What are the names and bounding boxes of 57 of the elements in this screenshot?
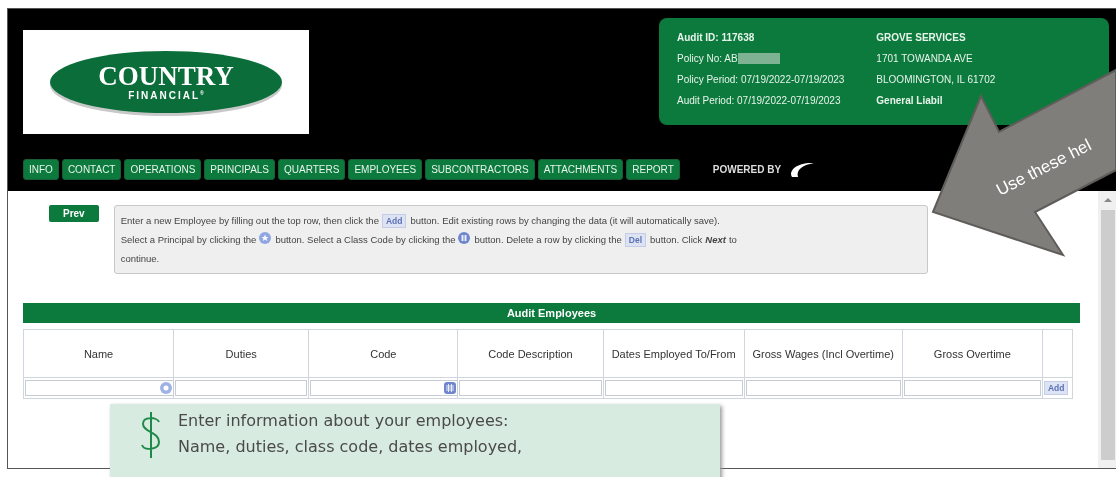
- client-info-text: BLOOMINGTON, IL 61702: [876, 74, 996, 85]
- nav-tab[interactable]: EMPLOYEES: [348, 159, 423, 180]
- input-field[interactable]: [175, 380, 308, 396]
- button-sample: Add: [381, 214, 407, 228]
- nav-tab[interactable]: OPERATIONS: [124, 159, 202, 180]
- instruction-text: continue.: [120, 253, 160, 264]
- audit-info-text: Policy Period: 07/19/2022-07/19/2023: [677, 74, 845, 85]
- nav-tab[interactable]: QUARTERS: [278, 159, 346, 180]
- nav-tab[interactable]: ATTACHMENTS: [537, 159, 624, 180]
- prev-button[interactable]: Prev: [49, 205, 99, 222]
- button-sample: Del: [624, 233, 647, 247]
- instruction-text: button. Delete a row by clicking the: [474, 234, 622, 245]
- scrollbar[interactable]: [1098, 191, 1116, 468]
- tip-text: Enter information about your employees:: [178, 410, 510, 432]
- nav-tab[interactable]: CONTACT: [61, 159, 122, 180]
- column-header: Code: [308, 329, 458, 378]
- logo: COUNTRY FINANCIAL$^{®}$: [23, 30, 309, 134]
- audit-info-text: Audit ID: 117638: [677, 32, 755, 43]
- section-header: Audit Employees: [23, 303, 1080, 323]
- powered-by-text: POWERED BY: [712, 164, 782, 175]
- column-header: Dates Employed To/From: [603, 329, 745, 378]
- column-header: Gross Overtime: [902, 329, 1043, 378]
- tip-text: Name, duties, class code, dates employed,: [178, 436, 523, 458]
- audit-info-text: Audit Period: 07/19/2022-07/19/2023: [677, 95, 841, 106]
- input-field[interactable]: [604, 380, 743, 396]
- redaction-block: [737, 53, 780, 64]
- add-button[interactable]: Add: [1043, 381, 1069, 395]
- arrow-callout-text: Use these hel: [993, 135, 1095, 200]
- client-info-text: 1701 TOWANDA AVE: [876, 53, 973, 64]
- grid-icon: [458, 232, 471, 244]
- instruction-text: button. Edit existing rows by changing the data (it will automatically save).: [410, 215, 720, 226]
- client-info-text: GROVE SERVICES: [876, 32, 966, 43]
- column-header: Gross Wages (Incl Overtime): [744, 329, 903, 378]
- column-header: Duties: [173, 329, 309, 378]
- column-header: Code Description: [457, 329, 604, 378]
- column-header: Name: [23, 329, 174, 378]
- audit-info-text: Policy No: AB: [677, 53, 738, 64]
- input-field[interactable]: [903, 380, 1041, 396]
- nav-tab[interactable]: PRINCIPALS: [204, 159, 276, 180]
- instruction-text: button. Click: [650, 234, 703, 245]
- principal-picker-icon[interactable]: [160, 382, 173, 394]
- nav-tab[interactable]: INFO: [23, 159, 59, 180]
- class-code-picker-icon[interactable]: [444, 382, 457, 394]
- input-field[interactable]: [459, 380, 602, 396]
- instruction-text: Next: [705, 234, 726, 245]
- input-field[interactable]: [310, 380, 459, 396]
- instruction-text: Enter a new Employee by filling out the top row, then click the: [120, 215, 379, 226]
- star-icon: [259, 232, 272, 244]
- nav-tab[interactable]: SUBCONTRACTORS: [425, 159, 535, 180]
- scroll-up-icon[interactable]: [1102, 196, 1113, 204]
- instruction-text: to: [728, 234, 737, 245]
- client-info-text: General Liabil: [876, 95, 943, 106]
- nav-tab[interactable]: REPORT: [626, 159, 680, 180]
- input-field[interactable]: [745, 380, 901, 396]
- instruction-text: Select a Principal by clicking the: [120, 234, 257, 245]
- input-field[interactable]: [25, 380, 175, 396]
- instruction-text: button. Select a Class Code by clicking the: [275, 234, 456, 245]
